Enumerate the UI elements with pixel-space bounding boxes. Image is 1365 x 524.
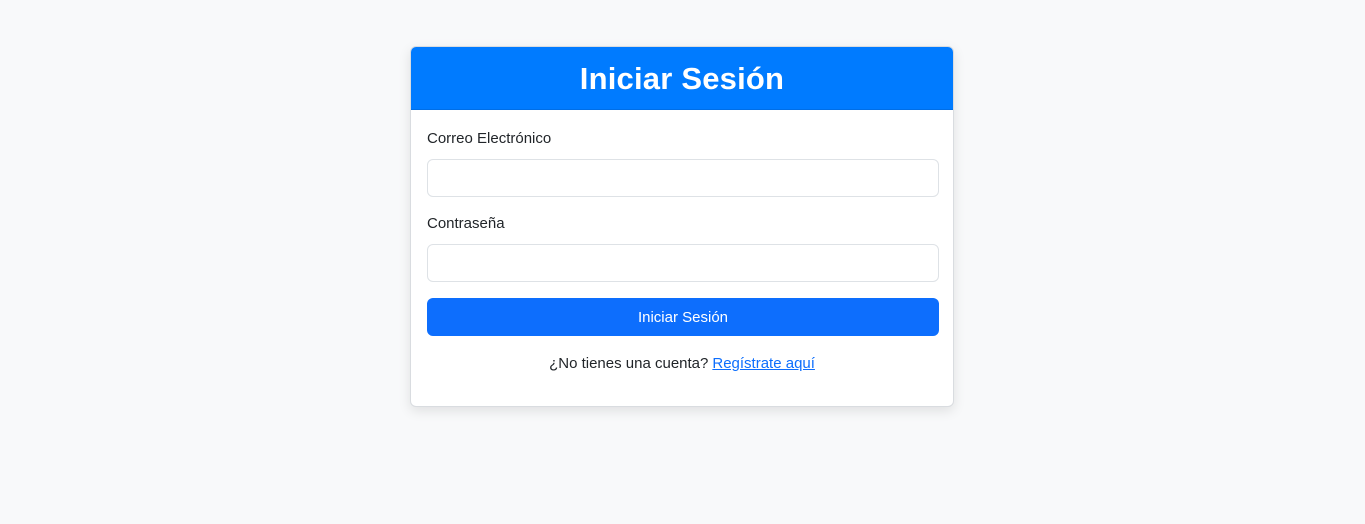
- password-field-group: Contraseña: [427, 215, 939, 282]
- email-field-group: Correo Electrónico: [427, 130, 939, 197]
- password-field[interactable]: [427, 244, 939, 282]
- register-prompt-line: ¿No tienes una cuenta? Regístrate aquí: [427, 355, 937, 373]
- login-button[interactable]: Iniciar Sesión: [427, 298, 939, 336]
- password-label: Contraseña: [427, 215, 505, 232]
- card-header: Iniciar Sesión: [411, 47, 953, 110]
- login-card: Iniciar Sesión Correo Electrónico Contra…: [410, 46, 954, 407]
- login-page: Iniciar Sesión Correo Electrónico Contra…: [0, 0, 1365, 524]
- register-prompt: ¿No tienes una cuenta?: [549, 355, 709, 372]
- email-field[interactable]: [427, 159, 939, 197]
- email-label: Correo Electrónico: [427, 130, 552, 147]
- login-form: Correo Electrónico Contraseña Iniciar Se…: [411, 110, 953, 373]
- register-link[interactable]: Regístrate aquí: [712, 355, 815, 372]
- page-title: Iniciar Sesión: [579, 60, 785, 96]
